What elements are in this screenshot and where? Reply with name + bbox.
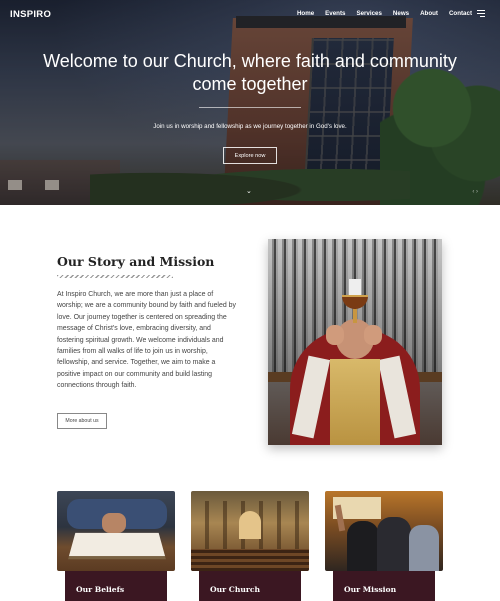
more-about-us-button[interactable]: More about us [57, 413, 107, 429]
site-logo[interactable]: INSPIRO [10, 9, 51, 20]
top-navigation: INSPIRO Home Events Services News About … [0, 0, 500, 28]
explore-now-button[interactable]: Explore now [223, 147, 277, 164]
nav-link-about[interactable]: About [420, 10, 438, 17]
hero-section: INSPIRO Home Events Services News About … [0, 0, 500, 205]
story-divider [57, 275, 173, 278]
nav-link-contact[interactable]: Contact [449, 10, 472, 17]
story-title: Our Story and Mission [57, 254, 215, 269]
hero-overlay [0, 0, 500, 205]
church-interior-photo [191, 491, 309, 571]
card-title: Our Church [210, 585, 261, 594]
bible-hands-photo [57, 491, 175, 571]
hamburger-icon[interactable] [477, 10, 485, 18]
priest-chalice-photo [268, 239, 442, 445]
story-body: At Inspiro Church, we are more than just… [57, 291, 236, 390]
congregation-photo [325, 491, 443, 571]
card-label[interactable]: Our Mission [333, 571, 435, 601]
nav-links: Home Events Services News About Contact [297, 10, 472, 17]
nav-link-events[interactable]: Events [325, 10, 345, 17]
slider-arrows-icon[interactable]: ‹ › [472, 189, 478, 195]
card-title: Our Beliefs [76, 585, 125, 594]
hero-title: Welcome to our Church, where faith and c… [43, 51, 457, 94]
card-our-church[interactable]: Our Church [191, 491, 309, 601]
card-label[interactable]: Our Beliefs [65, 571, 167, 601]
card-label[interactable]: Our Church [199, 571, 301, 601]
card-our-beliefs[interactable]: Our Beliefs [57, 491, 175, 601]
nav-link-home[interactable]: Home [297, 10, 314, 17]
card-our-mission[interactable]: Our Mission [325, 491, 443, 601]
nav-link-services[interactable]: Services [356, 10, 381, 17]
chevron-down-icon[interactable]: ⌄ [246, 187, 252, 195]
hero-divider [199, 107, 301, 108]
nav-link-news[interactable]: News [393, 10, 409, 17]
hero-subtitle: Join us in worship and fellowship as we … [153, 123, 347, 130]
card-title: Our Mission [344, 585, 397, 594]
